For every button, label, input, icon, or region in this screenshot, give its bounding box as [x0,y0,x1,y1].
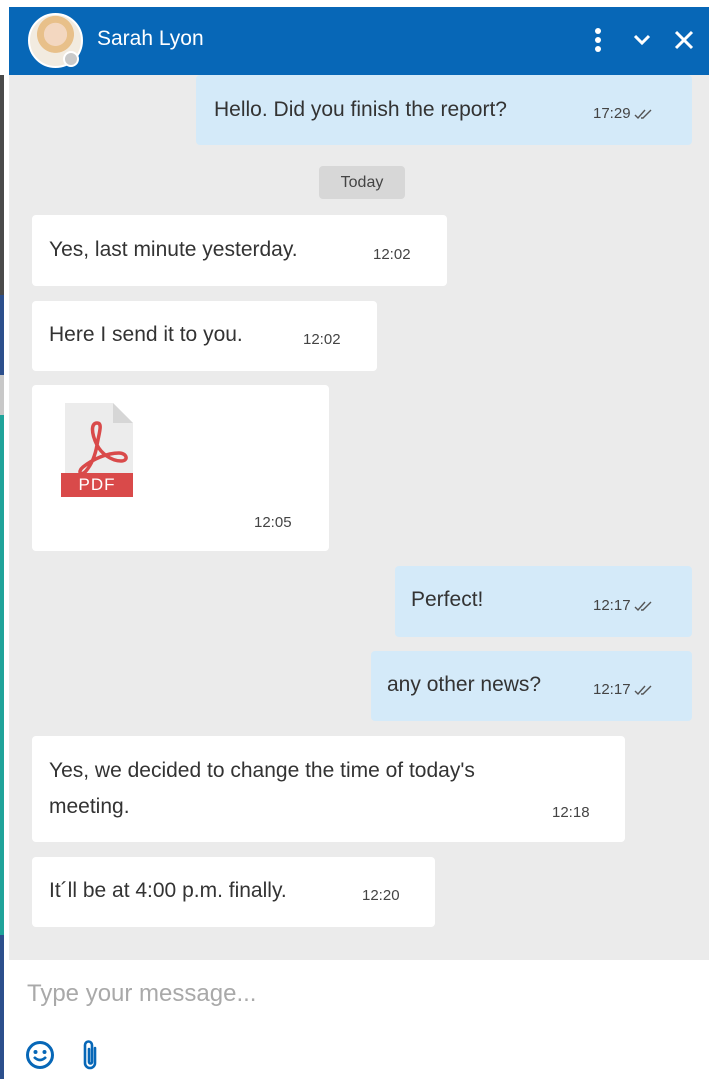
double-check-icon [634,601,652,612]
message-outgoing: any other news? 12:17 [371,651,692,721]
message-text: Here I send it to you. [49,323,243,346]
message-text: Hello. Did you finish the report? [214,98,507,121]
message-incoming: It´ll be at 4:00 p.m. finally. 12:20 [32,857,435,927]
message-time: 12:17 [593,681,654,698]
chevron-down-icon [633,34,651,46]
close-button[interactable] [667,21,701,59]
minimize-button[interactable] [625,21,659,59]
day-separator: Today [319,166,405,199]
message-time: 12:02 [303,331,341,348]
message-time: 17:29 [593,105,654,122]
message-time: 12:18 [552,804,590,821]
double-check-icon [634,109,652,120]
double-check-icon [634,685,652,696]
smiley-icon[interactable] [25,1040,55,1070]
message-list[interactable]: Hello. Did you finish the report? 17:29 … [9,75,709,960]
message-text-line2: meeting. [49,795,130,818]
message-text: any other news? [387,673,542,696]
chat-window: Sarah Lyon Hello. Did you finish the rep… [9,7,709,1079]
paperclip-icon[interactable] [77,1038,103,1072]
message-time: 12:17 [593,597,654,614]
message-text-line1: Yes, we decided to change the time of to… [49,759,475,782]
message-text: Yes, last minute yesterday. [49,238,298,261]
message-text: It´ll be at 4:00 p.m. finally. [49,879,287,902]
message-outgoing: Hello. Did you finish the report? 17:29 [196,75,692,145]
message-time: 12:02 [373,246,411,263]
message-time: 12:05 [254,514,292,531]
close-icon [674,30,694,50]
background-window-strip [0,0,9,1079]
message-text: Perfect! [411,588,484,611]
message-incoming: Yes, last minute yesterday. 12:02 [32,215,447,286]
message-file-attachment[interactable]: PDF 12:05 [32,385,329,551]
message-incoming: Yes, we decided to change the time of to… [32,736,625,842]
file-type-label: PDF [78,475,116,494]
contact-name[interactable]: Sarah Lyon [97,27,204,51]
message-time: 12:20 [362,887,400,904]
vertical-dots-icon [595,28,601,52]
status-indicator [63,51,79,67]
message-outgoing: Perfect! 12:17 [395,566,692,637]
chat-header: Sarah Lyon [9,7,709,75]
message-input[interactable] [27,976,687,1012]
message-composer [9,960,709,1079]
more-options-button[interactable] [581,21,615,59]
message-incoming: Here I send it to you. 12:02 [32,301,377,371]
